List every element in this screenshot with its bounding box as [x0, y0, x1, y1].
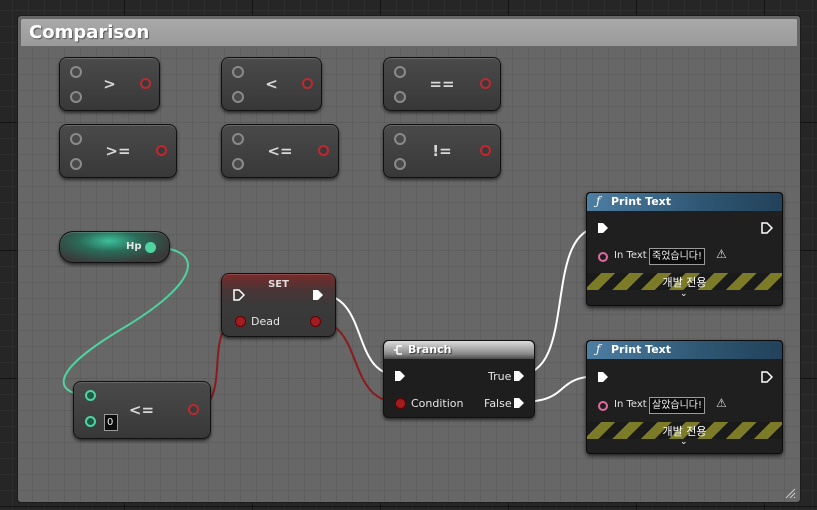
exec-input-pin[interactable] — [394, 370, 406, 382]
hp-output-pin[interactable] — [145, 242, 156, 253]
compare-value-field[interactable]: 0 — [104, 414, 118, 431]
exec-output-pin[interactable] — [761, 371, 773, 383]
warning-icon: ⚠ — [716, 396, 727, 410]
dead-output-pin[interactable] — [310, 316, 321, 327]
print-text-header: Print Text — [587, 193, 782, 211]
exec-input-pin[interactable] — [233, 289, 245, 301]
set-dead-node[interactable]: SET Dead — [221, 273, 336, 337]
condition-pin[interactable] — [395, 398, 406, 409]
print-text-node-2[interactable]: Print Text ƒ In Text 살았습니다! ⚠ 개발 전용 ⌄ — [586, 340, 783, 454]
chevron-down-icon[interactable]: ⌄ — [680, 289, 688, 299]
function-icon: ƒ — [596, 342, 601, 356]
compare-output-pin[interactable] — [188, 404, 199, 415]
in-text-field[interactable]: 죽었습니다! — [649, 248, 706, 265]
warning-icon: ⚠ — [716, 247, 727, 261]
dead-label: Dead — [251, 315, 280, 328]
exec-output-pin[interactable] — [312, 289, 324, 301]
less-node[interactable]: < — [221, 57, 322, 111]
output-pin[interactable] — [318, 145, 329, 156]
less-equal-node[interactable]: <= — [221, 124, 339, 178]
in-text-field[interactable]: 살았습니다! — [649, 397, 706, 414]
exec-output-pin[interactable] — [761, 222, 773, 234]
in-text-label: In Text — [614, 399, 647, 410]
print-text-header: Print Text — [587, 341, 782, 359]
print-text-node-1[interactable]: Print Text ƒ In Text 죽었습니다! ⚠ 개발 전용 ⌄ — [586, 192, 783, 306]
development-only-label: 개발 전용 — [662, 276, 707, 289]
hp-getter-node[interactable]: Hp — [59, 231, 170, 263]
output-pin[interactable] — [140, 78, 151, 89]
output-pin[interactable] — [480, 78, 491, 89]
not-equal-node[interactable]: != — [383, 124, 501, 178]
output-pin[interactable] — [156, 145, 167, 156]
exec-input-pin[interactable] — [597, 222, 609, 234]
greater-equal-node[interactable]: >= — [59, 124, 177, 178]
false-exec-pin[interactable] — [513, 397, 525, 409]
branch-header — [384, 341, 534, 359]
dead-input-pin[interactable] — [235, 316, 246, 327]
true-exec-pin[interactable] — [513, 370, 525, 382]
wire-hp — [62, 246, 189, 396]
compare-input-b-pin[interactable] — [85, 416, 96, 427]
operator-label: <= — [128, 401, 155, 419]
output-pin[interactable] — [302, 78, 313, 89]
branch-icon — [394, 345, 402, 355]
compare-input-a-pin[interactable] — [85, 390, 96, 401]
function-icon: ƒ — [596, 194, 601, 208]
output-pin[interactable] — [480, 145, 491, 156]
in-text-pin[interactable] — [598, 401, 608, 411]
exec-input-pin[interactable] — [597, 371, 609, 383]
print-text-title: Print Text — [611, 343, 672, 356]
equal-node[interactable]: == — [383, 57, 501, 111]
branch-title: Branch — [408, 343, 452, 356]
hp-compare-node[interactable]: 0 <= — [73, 381, 211, 439]
chevron-down-icon[interactable]: ⌄ — [680, 437, 688, 447]
branch-node[interactable]: Branch True Condition False — [383, 340, 535, 418]
in-text-pin[interactable] — [598, 252, 608, 262]
print-text-title: Print Text — [611, 195, 672, 208]
greater-node[interactable]: > — [59, 57, 160, 111]
hp-label: Hp — [126, 241, 142, 252]
false-label: False — [484, 397, 512, 410]
true-label: True — [488, 370, 512, 383]
in-text-label: In Text — [614, 250, 647, 261]
condition-label: Condition — [411, 397, 464, 410]
